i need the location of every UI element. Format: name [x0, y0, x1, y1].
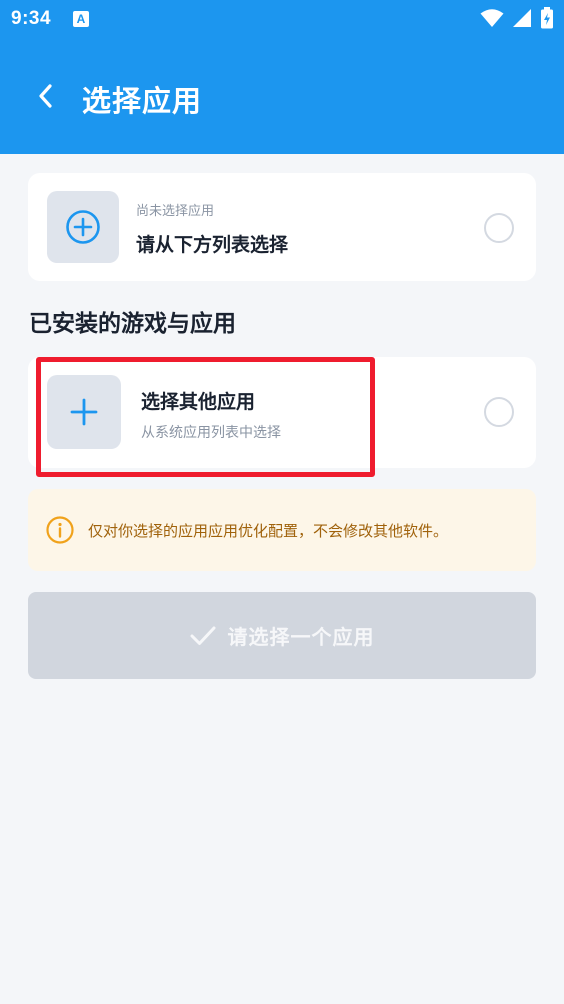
- current-selection-radio[interactable]: [484, 213, 514, 243]
- check-icon: [190, 626, 215, 645]
- notice-text: 仅对你选择的应用应用优化配置，不会修改其他软件。: [88, 522, 449, 540]
- plus-circle-icon: [66, 210, 100, 244]
- other-app-card[interactable]: 选择其他应用 从系统应用列表中选择: [28, 357, 536, 468]
- current-selection-title: 请从下方列表选择: [136, 234, 289, 256]
- header: 9:34 A 选择应用: [0, 0, 564, 154]
- info-icon: [46, 516, 74, 544]
- other-app-icon-box: [47, 375, 121, 449]
- current-app-icon-box: [47, 191, 119, 263]
- other-app-radio[interactable]: [484, 397, 514, 427]
- other-app-subtitle: 从系统应用列表中选择: [141, 425, 281, 441]
- app-bar: 选择应用: [0, 60, 564, 136]
- status-icons: [480, 7, 554, 29]
- wifi-icon: [480, 9, 504, 27]
- notification-icon: A: [73, 11, 89, 27]
- current-selection-subtitle: 尚未选择应用: [136, 204, 215, 219]
- plus-icon: [70, 398, 98, 426]
- page-title: 选择应用: [82, 84, 203, 118]
- chevron-left-icon: [39, 84, 52, 108]
- confirm-button-label: 请选择一个应用: [227, 625, 375, 649]
- section-title: 已安装的游戏与应用: [29, 311, 236, 337]
- current-selection-card[interactable]: 尚未选择应用 请从下方列表选择: [28, 173, 536, 281]
- notice-banner: 仅对你选择的应用应用优化配置，不会修改其他软件。: [28, 489, 536, 571]
- status-bar: 9:34 A: [0, 0, 564, 38]
- status-time: 9:34: [11, 8, 52, 29]
- battery-icon: [541, 7, 553, 29]
- back-button[interactable]: [26, 76, 66, 116]
- confirm-button[interactable]: 请选择一个应用: [28, 592, 536, 679]
- signal-icon: [513, 9, 531, 27]
- other-app-title: 选择其他应用: [141, 391, 256, 413]
